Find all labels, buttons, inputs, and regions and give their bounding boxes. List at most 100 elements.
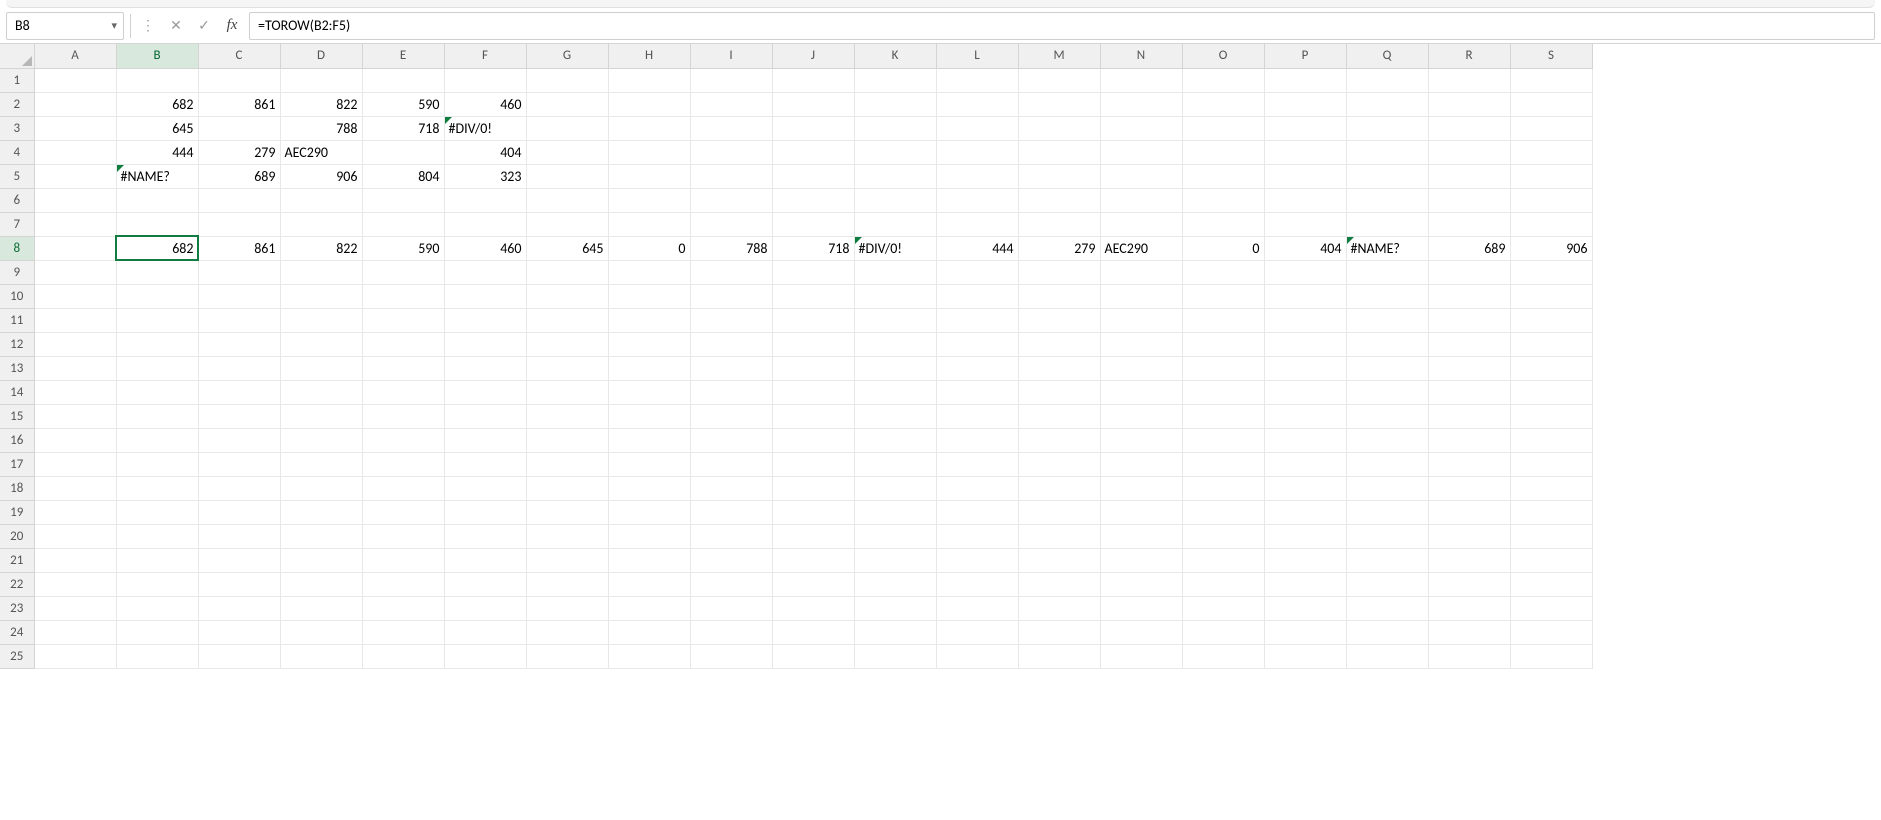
cell-S10[interactable] <box>1510 284 1592 308</box>
cell-I5[interactable] <box>690 164 772 188</box>
cell-O18[interactable] <box>1182 476 1264 500</box>
cell-H15[interactable] <box>608 404 690 428</box>
cell-Q17[interactable] <box>1346 452 1428 476</box>
cell-J4[interactable] <box>772 140 854 164</box>
cell-J18[interactable] <box>772 476 854 500</box>
cell-R6[interactable] <box>1428 188 1510 212</box>
cell-A2[interactable] <box>34 92 116 116</box>
cell-F25[interactable] <box>444 644 526 668</box>
cell-B1[interactable] <box>116 68 198 92</box>
cell-N3[interactable] <box>1100 116 1182 140</box>
cell-C18[interactable] <box>198 476 280 500</box>
cell-E21[interactable] <box>362 548 444 572</box>
cell-I1[interactable] <box>690 68 772 92</box>
row-header-23[interactable]: 23 <box>0 596 34 620</box>
cell-N20[interactable] <box>1100 524 1182 548</box>
cell-J9[interactable] <box>772 260 854 284</box>
cell-P24[interactable] <box>1264 620 1346 644</box>
cell-B19[interactable] <box>116 500 198 524</box>
cell-P10[interactable] <box>1264 284 1346 308</box>
cell-M6[interactable] <box>1018 188 1100 212</box>
cell-G16[interactable] <box>526 428 608 452</box>
cancel-formula-icon[interactable]: ✕ <box>165 14 187 38</box>
cell-J5[interactable] <box>772 164 854 188</box>
row-header-24[interactable]: 24 <box>0 620 34 644</box>
cell-R13[interactable] <box>1428 356 1510 380</box>
cell-N8[interactable]: AEC290 <box>1100 236 1182 260</box>
cell-S14[interactable] <box>1510 380 1592 404</box>
cell-K11[interactable] <box>854 308 936 332</box>
cell-E15[interactable] <box>362 404 444 428</box>
cell-L23[interactable] <box>936 596 1018 620</box>
cell-B8[interactable]: 682 <box>116 236 198 260</box>
cell-K14[interactable] <box>854 380 936 404</box>
cell-J3[interactable] <box>772 116 854 140</box>
cell-C16[interactable] <box>198 428 280 452</box>
row-header-1[interactable]: 1 <box>0 68 34 92</box>
cell-I3[interactable] <box>690 116 772 140</box>
cell-F21[interactable] <box>444 548 526 572</box>
cell-C2[interactable]: 861 <box>198 92 280 116</box>
cell-G7[interactable] <box>526 212 608 236</box>
cell-D4[interactable]: AEC290 <box>280 140 362 164</box>
cell-D11[interactable] <box>280 308 362 332</box>
cell-E23[interactable] <box>362 596 444 620</box>
cell-N22[interactable] <box>1100 572 1182 596</box>
cell-R19[interactable] <box>1428 500 1510 524</box>
cell-H12[interactable] <box>608 332 690 356</box>
cell-F22[interactable] <box>444 572 526 596</box>
cell-R25[interactable] <box>1428 644 1510 668</box>
cell-I12[interactable] <box>690 332 772 356</box>
cell-H6[interactable] <box>608 188 690 212</box>
cell-S20[interactable] <box>1510 524 1592 548</box>
column-header-G[interactable]: G <box>526 44 608 68</box>
cell-J12[interactable] <box>772 332 854 356</box>
column-header-C[interactable]: C <box>198 44 280 68</box>
cell-N1[interactable] <box>1100 68 1182 92</box>
cell-M22[interactable] <box>1018 572 1100 596</box>
column-header-F[interactable]: F <box>444 44 526 68</box>
cell-B4[interactable]: 444 <box>116 140 198 164</box>
row-header-8[interactable]: 8 <box>0 236 34 260</box>
cell-O3[interactable] <box>1182 116 1264 140</box>
cell-C22[interactable] <box>198 572 280 596</box>
cell-M15[interactable] <box>1018 404 1100 428</box>
row-header-5[interactable]: 5 <box>0 164 34 188</box>
cell-O19[interactable] <box>1182 500 1264 524</box>
cell-P20[interactable] <box>1264 524 1346 548</box>
cell-N16[interactable] <box>1100 428 1182 452</box>
cell-Q3[interactable] <box>1346 116 1428 140</box>
cell-R16[interactable] <box>1428 428 1510 452</box>
cell-B6[interactable] <box>116 188 198 212</box>
cell-F1[interactable] <box>444 68 526 92</box>
cell-E17[interactable] <box>362 452 444 476</box>
column-header-E[interactable]: E <box>362 44 444 68</box>
cell-D2[interactable]: 822 <box>280 92 362 116</box>
cell-Q12[interactable] <box>1346 332 1428 356</box>
cell-P16[interactable] <box>1264 428 1346 452</box>
cell-I17[interactable] <box>690 452 772 476</box>
cell-P13[interactable] <box>1264 356 1346 380</box>
cell-H24[interactable] <box>608 620 690 644</box>
cell-I16[interactable] <box>690 428 772 452</box>
cell-O13[interactable] <box>1182 356 1264 380</box>
cell-O5[interactable] <box>1182 164 1264 188</box>
cell-K25[interactable] <box>854 644 936 668</box>
cell-P21[interactable] <box>1264 548 1346 572</box>
cell-S13[interactable] <box>1510 356 1592 380</box>
cell-B22[interactable] <box>116 572 198 596</box>
cell-P18[interactable] <box>1264 476 1346 500</box>
cell-N7[interactable] <box>1100 212 1182 236</box>
cell-B23[interactable] <box>116 596 198 620</box>
cell-N10[interactable] <box>1100 284 1182 308</box>
cell-G8[interactable]: 645 <box>526 236 608 260</box>
cell-B25[interactable] <box>116 644 198 668</box>
cell-H11[interactable] <box>608 308 690 332</box>
cell-Q23[interactable] <box>1346 596 1428 620</box>
formula-input[interactable] <box>249 12 1875 40</box>
more-options-icon[interactable]: ⋮ <box>137 14 159 38</box>
cell-J10[interactable] <box>772 284 854 308</box>
cell-L1[interactable] <box>936 68 1018 92</box>
cell-K3[interactable] <box>854 116 936 140</box>
cell-D18[interactable] <box>280 476 362 500</box>
